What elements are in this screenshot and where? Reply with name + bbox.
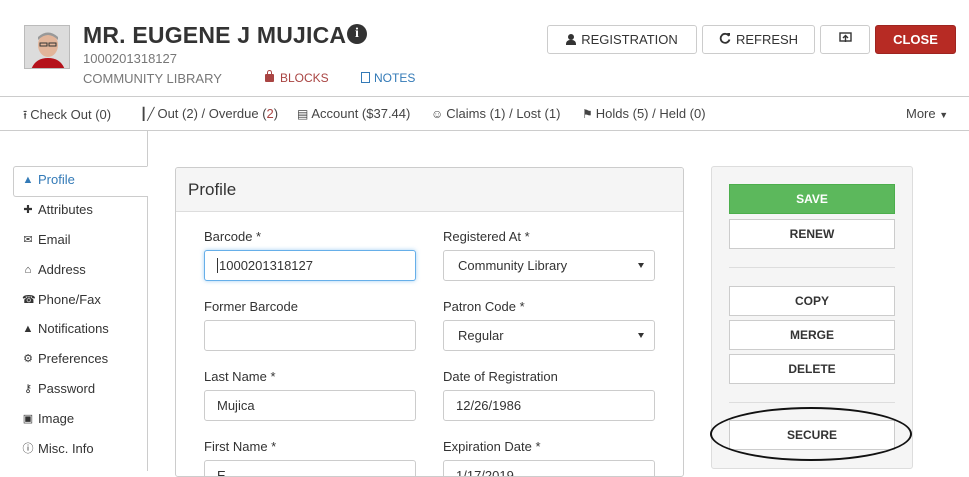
select-caret-icon [638, 333, 644, 338]
money-icon: ▤ [297, 107, 309, 121]
close-button[interactable]: CLOSE [875, 25, 956, 54]
picture-icon: ▣ [22, 413, 34, 425]
bell-icon: ▲ [22, 322, 34, 335]
nav-item-misc-info[interactable]: ⓘ Misc. Info [22, 440, 94, 456]
upload-icon: ⭱ [23, 108, 28, 122]
user-icon [566, 34, 577, 45]
blocks-link[interactable]: BLOCKS [265, 70, 329, 85]
info-icon[interactable]: i [347, 24, 367, 44]
former-barcode-label: Former Barcode [204, 299, 298, 314]
nav-item-notifications[interactable]: ▲ Notifications [22, 321, 109, 336]
patron-code-label: Patron Code * [443, 299, 525, 314]
nav-item-image[interactable]: ▣ Image [22, 411, 74, 426]
refresh-button[interactable]: REFRESH [702, 25, 815, 54]
barcode-label: Barcode * [204, 229, 262, 244]
checkout-link[interactable]: ⭱ Check Out (0) [23, 106, 111, 127]
nav-item-password[interactable]: ⚷ Password [22, 381, 95, 396]
document-icon [361, 72, 370, 83]
patron-name: MR. EUGENE J MUJICA [83, 22, 347, 48]
info-circle-icon: ⓘ [22, 443, 34, 455]
nav-item-preferences[interactable]: ⚙ Preferences [22, 351, 108, 366]
items-out-link[interactable]: ┃╱ Out (2) / Overdue (2) [140, 106, 278, 121]
actions-divider [729, 267, 895, 268]
nav-item-profile[interactable]: ▲ Profile [22, 172, 75, 187]
books-icon: ┃╱ [140, 107, 155, 121]
patron-avatar [24, 25, 70, 69]
nav-item-address[interactable]: ⌂ Address [22, 262, 86, 277]
former-barcode-input[interactable] [204, 320, 416, 351]
patron-code-select[interactable]: Regular [443, 320, 655, 351]
refresh-icon [719, 32, 731, 47]
registration-button[interactable]: REGISTRATION [547, 25, 697, 54]
first-name-input[interactable]: E [204, 460, 416, 476]
caret-down-icon: ▼ [939, 110, 949, 120]
highlight-ellipse [710, 407, 912, 461]
registered-at-label: Registered At * [443, 229, 530, 244]
save-button[interactable]: SAVE [729, 184, 895, 214]
date-registration-input[interactable]: 12/26/1986 [443, 390, 655, 421]
last-name-input[interactable]: Mujica [204, 390, 416, 421]
nav-item-attributes[interactable]: ✚ Attributes [22, 202, 93, 217]
patron-barcode: 1000201318127 [83, 51, 177, 66]
nav-divider [147, 131, 148, 167]
flag-icon: ⚑ [582, 107, 593, 121]
last-name-label: Last Name * [204, 369, 276, 384]
patron-library: COMMUNITY LIBRARY [83, 71, 222, 86]
smile-icon: ☺ [431, 107, 444, 121]
header-divider [0, 96, 969, 97]
gears-icon: ⚙ [23, 353, 33, 365]
print-button[interactable] [820, 25, 870, 54]
profile-panel: Profile Barcode * 1000201318127 Register… [175, 167, 684, 477]
registered-at-select[interactable]: Community Library [443, 250, 655, 281]
more-menu[interactable]: More ▼ [906, 106, 948, 121]
account-link[interactable]: ▤ Account ($37.44) [297, 106, 410, 121]
user-icon: ▲ [22, 173, 34, 186]
user-plus-icon: ✚ [23, 204, 33, 216]
nav-item-email[interactable]: ✉ Email [22, 232, 70, 247]
expiration-date-label: Expiration Date * [443, 439, 541, 454]
first-name-label: First Name * [204, 439, 277, 454]
barcode-input[interactable]: 1000201318127 [204, 250, 416, 281]
expiration-date-input[interactable]: 1/17/2019 [443, 460, 655, 476]
notes-link[interactable]: NOTES [361, 71, 415, 85]
claims-link[interactable]: ☺ Claims (1) / Lost (1) [431, 106, 560, 121]
nav-divider [147, 196, 148, 471]
copy-button[interactable]: COPY [729, 286, 895, 316]
phone-icon: ☎ [22, 294, 36, 306]
panel-title: Profile [188, 180, 237, 199]
print-icon [838, 32, 852, 47]
nav-item-phone[interactable]: ☎ Phone/Fax [22, 292, 101, 307]
delete-button[interactable]: DELETE [729, 354, 895, 384]
home-icon: ⌂ [24, 263, 32, 276]
lock-icon [265, 70, 274, 82]
holds-link[interactable]: ⚑ Holds (5) / Held (0) [582, 106, 706, 121]
key-icon: ⚷ [23, 383, 33, 395]
panel-header: Profile [176, 168, 683, 212]
select-caret-icon [638, 263, 644, 268]
summary-divider [0, 130, 969, 131]
merge-button[interactable]: MERGE [729, 320, 895, 350]
renew-button[interactable]: RENEW [729, 219, 895, 249]
envelope-icon: ✉ [23, 234, 33, 246]
date-registration-label: Date of Registration [443, 369, 558, 384]
actions-divider [729, 402, 895, 403]
